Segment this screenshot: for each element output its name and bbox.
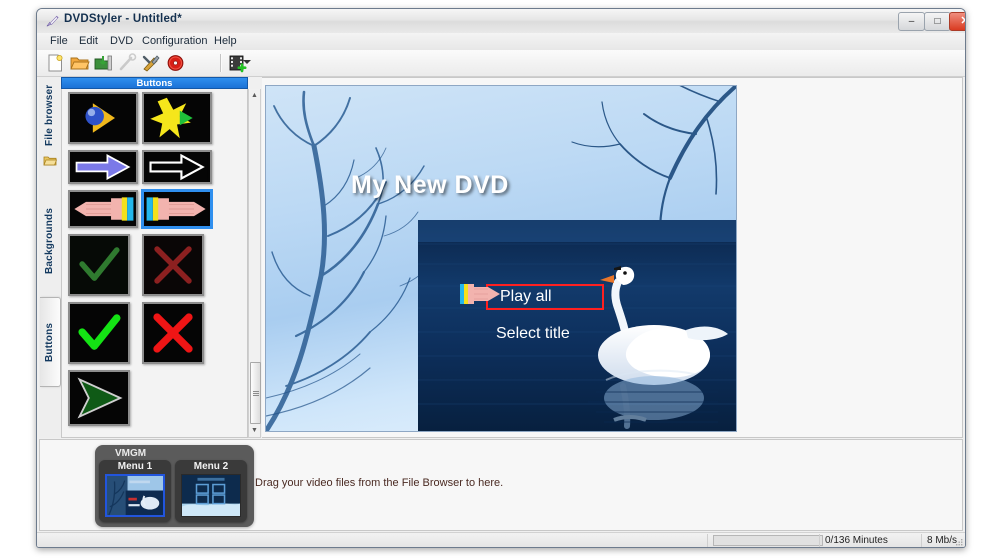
close-button[interactable]: ✕ [949,12,965,31]
burn-disc-button[interactable] [165,53,186,73]
gallery-scroll-down-icon[interactable]: ▼ [249,425,260,436]
menu-2-preview-icon [182,475,240,516]
menu-edit[interactable]: Edit [74,35,103,48]
menu-card-1[interactable]: Menu 1 [99,460,171,522]
gallery-item-blue-arrow[interactable] [68,150,138,184]
status-duration: 0/136 Minutes [825,535,888,546]
blue-arrow-button-icon [72,152,134,182]
gallery-item-hand-left[interactable] [68,190,138,228]
green-triangle-button-icon [70,372,128,424]
menu-video-panel[interactable]: Play all Select title [418,220,736,431]
hand-left-button-icon [71,192,135,226]
menu-card-1-thumbnail[interactable] [105,474,165,517]
menu-card-2[interactable]: Menu 2 [175,460,247,522]
maximize-icon: □ [934,15,941,27]
gallery-item-green-triangle[interactable] [68,370,130,426]
menu-title-text[interactable]: My New DVD [351,171,509,200]
save-project-icon [94,55,112,71]
gallery-item-green-check[interactable] [68,302,130,364]
burn-disc-icon [167,55,184,71]
green-check-button-icon [70,304,128,362]
sidebar-tab-file-browser[interactable]: File browser [40,79,60,151]
title-bar[interactable]: DVDStyler - Untitled* – □ ✕ [37,9,965,34]
add-video-dropdown-icon[interactable] [243,60,251,64]
star-button-icon [144,94,210,142]
vmgm-label: VMGM [115,448,147,459]
gallery-scrollbar-thumb[interactable] [250,362,261,424]
new-project-icon [48,54,63,72]
menu-card-2-label: Menu 2 [193,461,229,472]
hand-right-button-icon [145,192,209,226]
menu-configuration[interactable]: Configuration [137,35,212,48]
tools-button[interactable] [141,53,162,73]
window-title: DVDStyler - Untitled* [64,13,182,25]
menu-canvas-frame[interactable]: My New DVD Play all Select title [265,85,737,432]
paintbrush-icon [46,15,59,27]
dark-check-button-icon [70,236,128,294]
gallery-item-red-cross[interactable] [142,302,204,364]
folder-icon [43,156,57,166]
gallery-item-arrow-sphere[interactable] [68,92,138,144]
toolbar [37,50,965,77]
hand-pointer-icon [460,284,500,304]
gallery-header: Buttons [61,77,248,89]
menu-dvd[interactable]: DVD [105,35,138,48]
menu-card-2-thumbnail[interactable] [181,474,241,517]
gallery-item-hand-right[interactable] [142,190,212,228]
wizard-button[interactable] [117,53,138,73]
menu-1-preview-icon [107,476,163,515]
vmgm-group: VMGM Menu 1 Menu 2 [95,445,254,527]
buttons-thumbnail-grid [62,89,230,436]
resize-grip-icon[interactable] [954,538,963,547]
desktop-background: DVDStyler - Untitled* – □ ✕ File Edit DV… [0,0,1000,558]
tools-icon [142,55,160,72]
menu-file[interactable]: File [45,35,73,48]
menu-button-play-all-label: Play all [500,288,552,305]
red-cross-button-icon [144,304,202,362]
menu-bar: File Edit DVD Configuration Help [37,33,965,51]
dark-cross-button-icon [144,236,202,294]
menu-button-play-all[interactable]: Play all [486,284,604,310]
sidebar-tab-buttons[interactable]: Buttons [40,297,61,387]
open-folder-icon [70,57,90,70]
sidebar-tab-backgrounds[interactable]: Backgrounds [40,193,60,289]
scrollbar-grip-icon [253,391,259,396]
gallery-item-dark-cross[interactable] [142,234,204,296]
toolbar-separator [220,54,222,72]
status-bar: 0/136 Minutes 8 Mb/s [37,532,965,547]
status-bitrate: 8 Mb/s [927,535,958,546]
outline-arrow-button-icon [146,152,208,182]
open-project-button[interactable] [69,53,90,73]
minimize-button[interactable]: – [898,12,925,31]
menu-canvas[interactable]: My New DVD Play all Select title [266,86,736,431]
wand-icon [119,53,137,71]
close-icon: ✕ [950,13,965,30]
gallery-item-outline-arrow[interactable] [142,150,212,184]
swan-lake-image [418,220,736,431]
menu-help[interactable]: Help [209,35,242,48]
menu-workspace: My New DVD Play all Select title [262,77,963,438]
menu-button-select-title[interactable]: Select title [496,325,570,343]
side-tab-strip: File browser Backgrounds Buttons [39,77,62,438]
menu-card-1-label: Menu 1 [117,461,153,472]
minimize-icon: – [908,15,915,27]
new-project-button[interactable] [45,53,66,73]
gallery-scroll-up-icon[interactable]: ▲ [249,90,260,101]
save-project-button[interactable] [93,53,114,73]
maximize-button[interactable]: □ [924,12,951,31]
gallery-scrollbar[interactable]: ▲ ▼ [248,89,261,438]
drag-files-hint: Drag your video files from the File Brow… [255,477,504,489]
gallery-item-dark-check[interactable] [68,234,130,296]
arrow-sphere-button-icon [70,94,136,142]
gallery-item-star[interactable] [142,92,212,144]
dvdstyler-window: DVDStyler - Untitled* – □ ✕ File Edit DV… [36,8,966,548]
encoding-progress-bar [713,535,823,546]
